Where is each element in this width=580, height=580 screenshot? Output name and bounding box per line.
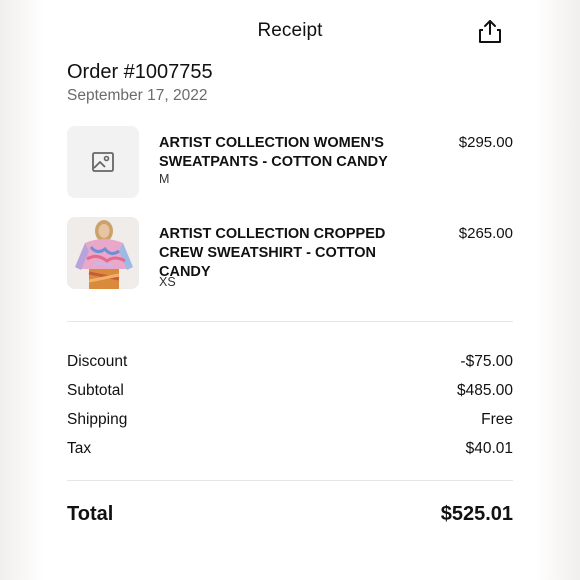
receipt-card: Receipt Order #1007755 September 17, 202… xyxy=(44,0,536,580)
tax-value: $40.01 xyxy=(465,440,513,457)
total-value: $525.01 xyxy=(440,503,513,525)
tax-label: Tax xyxy=(67,440,92,457)
total-row: Total $525.01 xyxy=(67,503,513,526)
divider xyxy=(67,321,513,322)
product-photo xyxy=(67,217,139,289)
page-title: Receipt xyxy=(257,20,323,41)
summary-shipping: Shipping Free xyxy=(67,409,513,431)
item-price: $295.00 xyxy=(458,134,513,151)
item-price: $265.00 xyxy=(458,225,513,242)
order-date: September 17, 2022 xyxy=(67,87,208,104)
share-button[interactable] xyxy=(476,17,504,45)
order-number: Order #1007755 xyxy=(67,61,213,83)
item-thumbnail xyxy=(67,126,139,198)
image-placeholder-icon xyxy=(92,152,114,172)
share-icon xyxy=(479,20,501,43)
item-size: M xyxy=(159,172,170,186)
divider xyxy=(67,480,513,481)
summary-subtotal: Subtotal $485.00 xyxy=(67,380,513,402)
discount-value: -$75.00 xyxy=(460,353,513,370)
shipping-label: Shipping xyxy=(67,411,128,428)
summary-discount: Discount -$75.00 xyxy=(67,351,513,373)
product-photo-image xyxy=(67,217,139,289)
item-name: ARTIST COLLECTION CROPPED CREW SWEATSHIR… xyxy=(159,226,386,280)
discount-label: Discount xyxy=(67,353,128,370)
item-name: ARTIST COLLECTION WOMEN'S SWEATPANTS - C… xyxy=(159,135,388,170)
total-label: Total xyxy=(67,503,114,525)
line-item[interactable]: ARTIST COLLECTION WOMEN'S SWEATPANTS - C… xyxy=(67,126,513,198)
subtotal-value: $485.00 xyxy=(456,382,513,399)
item-size: XS xyxy=(159,275,176,289)
receipt-header: Receipt xyxy=(44,0,536,64)
shipping-value: Free xyxy=(481,411,513,428)
line-item[interactable]: ARTIST COLLECTION CROPPED CREW SWEATSHIR… xyxy=(67,217,513,289)
subtotal-label: Subtotal xyxy=(67,382,124,399)
summary-tax: Tax $40.01 xyxy=(67,438,513,460)
